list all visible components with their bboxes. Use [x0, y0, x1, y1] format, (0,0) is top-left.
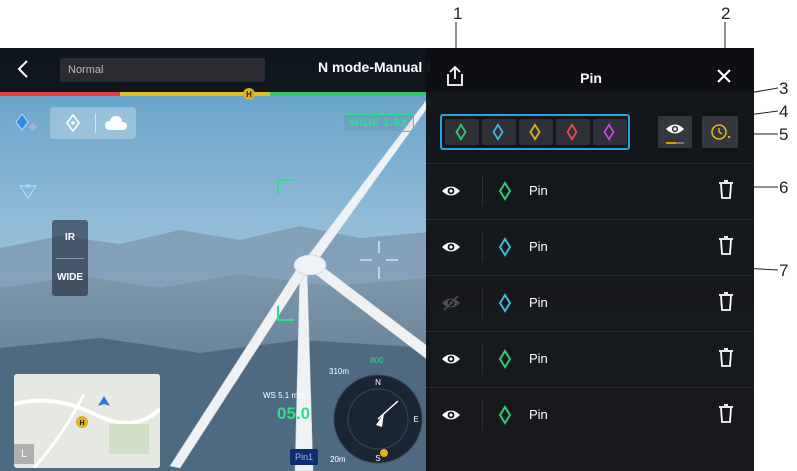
row-divider [482, 344, 483, 374]
lens-divider [56, 258, 84, 259]
pin-color-selector [440, 114, 630, 150]
color-swatch-2[interactable] [482, 119, 516, 145]
lens-ir-button[interactable]: IR [52, 220, 88, 256]
eye-hidden-icon[interactable] [440, 292, 462, 314]
wind-speed: WS 5.1 m/s [263, 391, 305, 400]
row-divider [482, 288, 483, 318]
flight-mode-field[interactable]: Normal [60, 58, 265, 82]
trash-icon[interactable] [719, 404, 733, 424]
back-arrow-icon[interactable] [14, 58, 34, 80]
clock-history-icon [711, 124, 731, 140]
compass-widget: N E S [333, 374, 423, 464]
pin-row[interactable]: Pin [426, 331, 754, 388]
signal-status-bar [0, 92, 430, 96]
antenna-icon [18, 184, 38, 200]
eye-icon[interactable] [440, 348, 462, 370]
visibility-indicator-off [676, 142, 684, 144]
eye-icon[interactable] [440, 180, 462, 202]
pin-row[interactable]: Pin [426, 163, 754, 220]
pin-row[interactable]: Pin [426, 275, 754, 332]
svg-text:E: E [413, 415, 418, 424]
history-button[interactable] [702, 116, 738, 148]
color-swatch-5[interactable] [593, 119, 627, 145]
eye-icon[interactable] [440, 236, 462, 258]
show-all-toggle[interactable] [658, 116, 692, 148]
flight-mode-label: N mode-Manual f [318, 59, 431, 75]
pin-panel-header: Pin [426, 48, 754, 104]
trash-icon[interactable] [719, 236, 733, 256]
pin-row[interactable]: Pin [426, 387, 754, 444]
trash-icon[interactable] [719, 180, 733, 200]
pin-diamond-icon [498, 349, 512, 369]
pin-tag[interactable]: Pin1 [290, 449, 319, 465]
pin-diamond-icon [492, 123, 504, 141]
row-divider [482, 232, 483, 262]
share-export-icon[interactable] [444, 64, 466, 88]
color-swatch-3[interactable] [519, 119, 553, 145]
pin-diamond-icon [529, 123, 541, 141]
minimap[interactable]: H [14, 374, 160, 468]
pin-tool-icon[interactable] [14, 112, 40, 136]
trash-icon[interactable] [719, 348, 733, 368]
altitude-marker: 800 [370, 356, 384, 365]
row-divider [482, 400, 483, 430]
minimap-corner-button[interactable]: L [14, 444, 34, 464]
pin-row-label: Pin [529, 295, 548, 310]
trash-icon[interactable] [719, 292, 733, 312]
color-swatch-4[interactable] [556, 119, 590, 145]
pin-row-label: Pin [529, 183, 548, 198]
pin-row-label: Pin [529, 407, 548, 422]
pin-diamond-icon [498, 405, 512, 425]
pin-panel-title: Pin [580, 70, 602, 86]
home-point-icon: H [243, 88, 255, 100]
svg-text:H: H [79, 420, 84, 427]
pin-drop-icon[interactable] [62, 113, 84, 133]
pin-row[interactable]: Pin [426, 219, 754, 276]
svg-text:S: S [375, 454, 380, 463]
color-swatch-1[interactable] [445, 119, 479, 145]
pin-diamond-icon [455, 123, 467, 141]
tools-divider [95, 113, 96, 133]
pin-panel: Pin Pin Pin Pin Pin Pin [426, 48, 754, 471]
speed-readout: 05.0 [277, 404, 311, 423]
map-tools-panel [50, 107, 136, 139]
lens-wide-button[interactable]: WIDE [52, 260, 88, 296]
svg-text:N: N [375, 378, 381, 387]
minimap-canvas: H [14, 374, 160, 468]
svg-text:H: H [246, 90, 252, 99]
eye-icon[interactable] [440, 404, 462, 426]
pin-diamond-icon [566, 123, 578, 141]
pin-diamond-icon [498, 181, 512, 201]
close-icon[interactable] [716, 68, 732, 84]
lens-switch-panel: IR WIDE [52, 220, 88, 296]
eye-icon [666, 124, 684, 134]
pin-row-label: Pin [529, 239, 548, 254]
app-screen: Normal N mode-Manual f H IR WIDE WIDE 1.… [0, 48, 754, 471]
row-divider [482, 176, 483, 206]
pin-diamond-icon [603, 123, 615, 141]
pin-row-label: Pin [529, 351, 548, 366]
cloud-icon[interactable] [104, 114, 128, 132]
pin-diamond-icon [498, 293, 512, 313]
pin-diamond-icon [498, 237, 512, 257]
zoom-badge: WIDE 1.8X [343, 114, 414, 132]
